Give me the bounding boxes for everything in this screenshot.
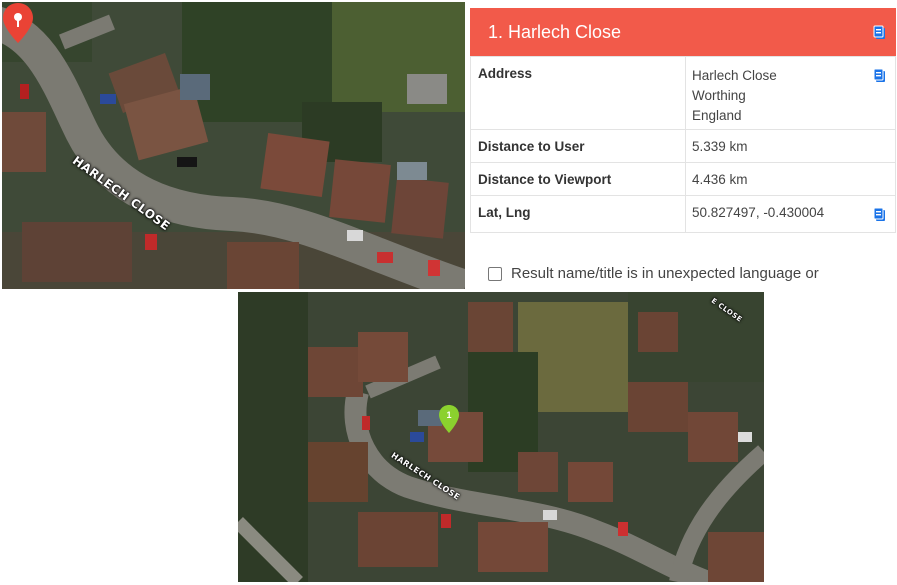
clipboard-copy-icon[interactable] (872, 67, 888, 83)
screenshot-root: HARLECH CLOSE 1. Harlech Close Address H… (0, 0, 897, 585)
result-details-table: Address Harlech Close Worthing England D… (470, 56, 896, 233)
table-row-distance-viewport: Distance to Viewport 4.436 km (470, 162, 896, 196)
address-label: Address (470, 56, 686, 130)
checkbox-box[interactable] (488, 266, 502, 281)
distance-viewport-value: 4.436 km (685, 162, 896, 196)
result-info-panel: 1. Harlech Close Address Harlech Close W… (470, 8, 896, 290)
table-row-lat-lng: Lat, Lng 50.827497, -0.430004 (470, 195, 896, 233)
address-line-street: Harlech Close (692, 68, 777, 83)
distance-viewport-label: Distance to Viewport (470, 162, 686, 196)
aerial-imagery-bottom (238, 292, 764, 582)
map-view-top[interactable]: HARLECH CLOSE (2, 2, 465, 289)
pin-number: 1 (446, 410, 451, 420)
clipboard-copy-icon[interactable] (872, 24, 888, 40)
lat-lng-text: 50.827497, -0.430004 (692, 205, 825, 220)
green-location-pin-icon[interactable]: 1 (438, 404, 460, 434)
lat-lng-value: 50.827497, -0.430004 (685, 195, 896, 233)
unexpected-language-checkbox[interactable]: Result name/title is in unexpected langu… (488, 265, 819, 282)
aerial-imagery-top (2, 2, 465, 289)
address-line-country: England (692, 108, 742, 123)
result-title: 1. Harlech Close (488, 21, 622, 42)
table-row-address: Address Harlech Close Worthing England (470, 56, 896, 130)
lat-lng-label: Lat, Lng (470, 195, 686, 233)
clipboard-copy-icon[interactable] (872, 206, 888, 222)
result-header: 1. Harlech Close (470, 8, 896, 56)
table-row-distance-user: Distance to User 5.339 km (470, 129, 896, 163)
address-value: Harlech Close Worthing England (685, 56, 896, 130)
map-view-bottom[interactable]: 1 (238, 292, 764, 582)
address-line-town: Worthing (692, 88, 746, 103)
distance-user-label: Distance to User (470, 129, 686, 163)
red-location-pin-icon[interactable] (2, 2, 34, 44)
distance-user-value: 5.339 km (685, 129, 896, 163)
unexpected-language-label: Result name/title is in unexpected langu… (511, 265, 819, 282)
